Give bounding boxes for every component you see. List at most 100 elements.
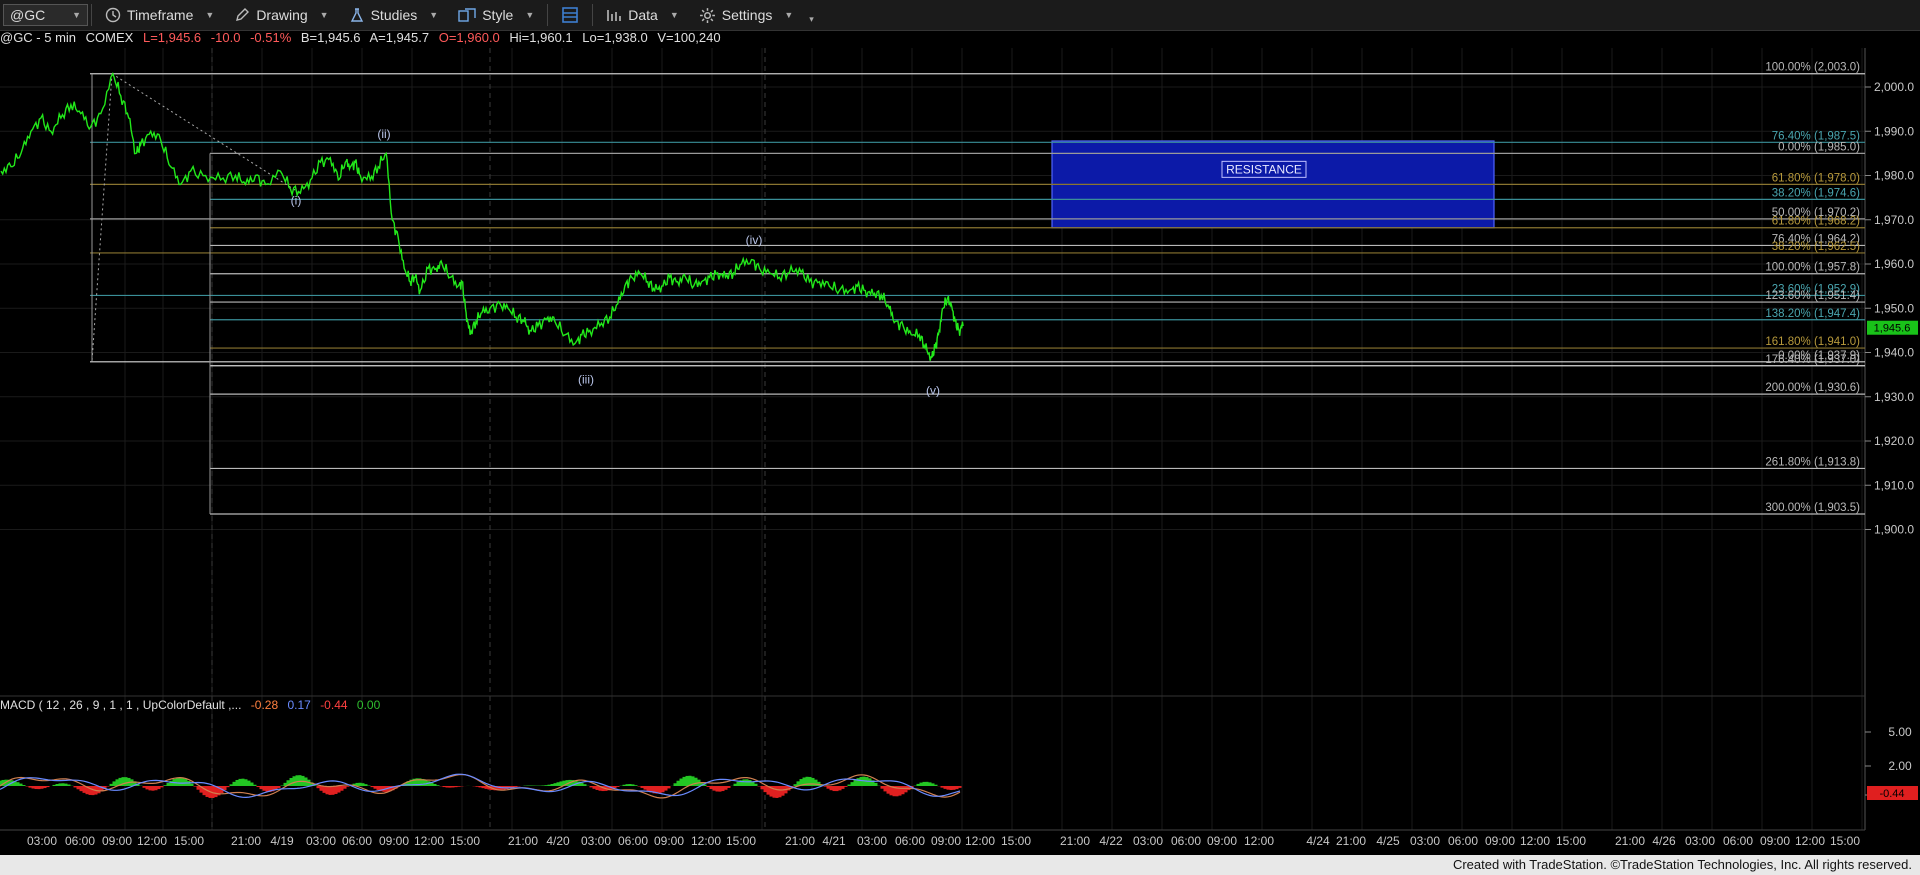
- fib-level-label: 61.80% (1,968.2): [1772, 216, 1860, 228]
- time-axis-label: 15:00: [1830, 834, 1860, 848]
- time-axis-label: 4/22: [1099, 834, 1123, 848]
- time-axis-label: 03:00: [857, 834, 887, 848]
- time-axis-label: 09:00: [1760, 834, 1790, 848]
- price-axis-label: 1,950.0: [1874, 301, 1914, 315]
- time-axis-label: 21:00: [1060, 834, 1090, 848]
- fibonacci-lines: [90, 73, 1865, 515]
- fib-level-label: 161.80% (1,941.0): [1765, 336, 1860, 348]
- time-axis-label: 03:00: [306, 834, 336, 848]
- time-axis-label: 03:00: [581, 834, 611, 848]
- time-axis-label: 09:00: [654, 834, 684, 848]
- time-axis-label: 12:00: [1520, 834, 1550, 848]
- price-axis-label: 1,970.0: [1874, 213, 1914, 227]
- time-axis-label: 03:00: [1133, 834, 1163, 848]
- wave-label: (iv): [746, 233, 763, 247]
- wave-label: (iii): [578, 373, 594, 387]
- wave-label: (i): [291, 193, 302, 207]
- fib-level-label: 38.20% (1,962.5): [1772, 241, 1860, 253]
- time-axis-label: 03:00: [1410, 834, 1440, 848]
- fib-level-label: 261.80% (1,913.8): [1765, 456, 1860, 468]
- grid-lines: [0, 48, 1865, 830]
- macd-value-badge: -0.44: [1867, 786, 1918, 800]
- price-axis-label: 1,980.0: [1874, 169, 1914, 183]
- price-axis-label: 1,900.0: [1874, 523, 1914, 537]
- time-axis-label: 21:00: [508, 834, 538, 848]
- time-axis-label: 21:00: [785, 834, 815, 848]
- fib-level-label: 300.00% (1,903.5): [1765, 502, 1860, 514]
- fib-level-label: 100.00% (2,003.0): [1765, 62, 1860, 74]
- copyright-text: Created with TradeStation. ©TradeStation…: [1452, 857, 1912, 872]
- macd-title: MACD ( 12 , 26 , 9 , 1 , 1 , UpColorDefa…: [0, 698, 242, 712]
- price-axis-label: 1,990.0: [1874, 124, 1914, 138]
- time-axis-label: 03:00: [1685, 834, 1715, 848]
- time-axis-label: 15:00: [1556, 834, 1586, 848]
- last-price-badge: 1,945.6: [1867, 320, 1918, 335]
- fib-level-label: 138.20% (1,947.4): [1765, 308, 1860, 320]
- time-axis-label: 21:00: [1615, 834, 1645, 848]
- trendline-dotted[interactable]: [91, 73, 113, 362]
- time-axis-label: 06:00: [1723, 834, 1753, 848]
- time-axis-label: 12:00: [137, 834, 167, 848]
- time-axis-label: 06:00: [618, 834, 648, 848]
- time-axis-label: 4/26: [1652, 834, 1676, 848]
- macd-axis-label: 2.00: [1888, 759, 1912, 773]
- fib-level-label: 0.00% (1,985.0): [1778, 141, 1860, 153]
- wave-label: (v): [926, 384, 940, 398]
- fib-level-label: 200.00% (1,930.6): [1765, 382, 1860, 394]
- macd-badge-text: -0.44: [1879, 788, 1904, 800]
- resistance-label: RESISTANCE: [1226, 162, 1302, 176]
- price-axis: 2,000.0 1,990.0 1,980.0 1,970.0 1,960.0 1,950…: [1865, 80, 1914, 537]
- time-axis-label: 4/24: [1306, 834, 1330, 848]
- macd-pane: [0, 773, 962, 799]
- fib-level-label: 61.80% (1,978.0): [1772, 172, 1860, 184]
- fib-level-label: 123.60% (1,951.4): [1765, 290, 1860, 302]
- time-axis-label: 21:00: [231, 834, 261, 848]
- fibonacci-labels: 100.00% (2,003.0)76.40% (1,987.5)0.00% (…: [1765, 62, 1860, 514]
- price-series-line: [0, 72, 964, 361]
- time-axis: 03:00 06:00 09:00 12:00 15:00 21:00 4/19 03:00 0…: [0, 829, 1865, 848]
- price-axis-label: 1,940.0: [1874, 346, 1914, 360]
- fib-level-label: 38.20% (1,974.6): [1772, 187, 1860, 199]
- time-axis-label: 09:00: [1485, 834, 1515, 848]
- price-chart[interactable]: RESISTANCE 100.00% (2,003.0)76.40% (1,98…: [0, 0, 1920, 855]
- trendlines: [91, 73, 301, 515]
- time-axis-label: 4/19: [270, 834, 294, 848]
- time-axis-label: 09:00: [379, 834, 409, 848]
- macd-value-2: 0.17: [287, 698, 311, 712]
- time-axis-label: 06:00: [1448, 834, 1478, 848]
- time-axis-label: 06:00: [895, 834, 925, 848]
- time-axis-label: 12:00: [691, 834, 721, 848]
- price-axis-label: 2,000.0: [1874, 80, 1914, 94]
- time-axis-label: 12:00: [965, 834, 995, 848]
- time-axis-label: 06:00: [342, 834, 372, 848]
- time-axis-label: 15:00: [726, 834, 756, 848]
- time-axis-label: 12:00: [414, 834, 444, 848]
- time-axis-label: 15:00: [450, 834, 480, 848]
- fib-level-label: 100.00% (1,957.8): [1765, 262, 1860, 274]
- time-axis-label: 06:00: [1171, 834, 1201, 848]
- price-axis-label: 1,960.0: [1874, 257, 1914, 271]
- time-axis-label: 4/21: [822, 834, 846, 848]
- wave-label: (ii): [377, 127, 390, 141]
- macd-axis-label: 5.00: [1888, 725, 1912, 739]
- time-axis-label: 4/25: [1376, 834, 1400, 848]
- time-axis-label: 15:00: [1001, 834, 1031, 848]
- time-axis-label: 09:00: [1207, 834, 1237, 848]
- macd-value-3: -0.44: [320, 698, 348, 712]
- time-axis-label: 15:00: [174, 834, 204, 848]
- time-axis-label: 09:00: [102, 834, 132, 848]
- time-axis-label: 09:00: [931, 834, 961, 848]
- macd-value-1: -0.28: [250, 698, 279, 712]
- time-axis-label: 4/20: [546, 834, 570, 848]
- time-axis-label: 03:00: [27, 834, 57, 848]
- macd-legend: MACD ( 12 , 26 , 9 , 1 , 1 , UpColorDefa…: [0, 698, 386, 712]
- last-price-badge-text: 1,945.6: [1874, 323, 1911, 335]
- resistance-label-box[interactable]: RESISTANCE: [1221, 160, 1307, 178]
- macd-value-4: 0.00: [356, 698, 381, 712]
- fib-level-label: 176.40% (1,937.0): [1765, 354, 1860, 366]
- price-axis-label: 1,910.0: [1874, 478, 1914, 492]
- price-axis-label: 1,930.0: [1874, 390, 1914, 404]
- time-axis-label: 06:00: [65, 834, 95, 848]
- time-axis-label: 12:00: [1244, 834, 1274, 848]
- time-axis-label: 21:00: [1336, 834, 1366, 848]
